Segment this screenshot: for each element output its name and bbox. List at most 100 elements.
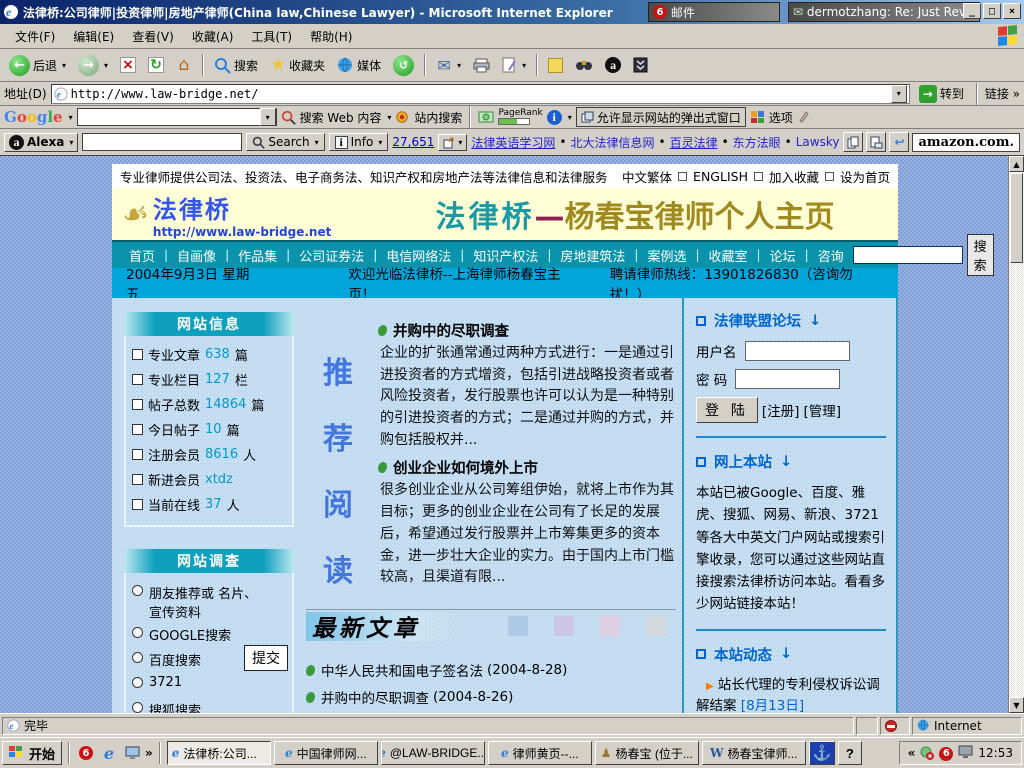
password-input[interactable] bbox=[735, 369, 840, 389]
alexa-link-2[interactable]: 北大法律信息网 bbox=[570, 134, 654, 151]
maximize-button[interactable]: □ bbox=[983, 3, 1001, 19]
login-button[interactable]: 登 陆 bbox=[696, 397, 758, 423]
amazon-logo[interactable]: amazon.com. bbox=[912, 133, 1020, 152]
nav-collection[interactable]: 收藏室 bbox=[702, 246, 755, 265]
alexa-mailpage-button[interactable] bbox=[866, 132, 886, 152]
link-english[interactable]: ENGLISH bbox=[693, 169, 748, 184]
latest-article[interactable]: 中华人民共和国电子签名法(2004-8-28) bbox=[306, 657, 676, 684]
link-traditional-chinese[interactable]: 中文繁体 bbox=[622, 167, 672, 186]
google-search-input[interactable]: ▾ bbox=[77, 108, 277, 126]
google-site-search[interactable]: 站内搜索 bbox=[414, 109, 462, 126]
favorites-button[interactable]: ★ 收藏夹 bbox=[265, 51, 330, 80]
tray-foxmail-icon[interactable]: 6 bbox=[939, 745, 953, 761]
popup-allow-button[interactable]: 允许显示网站的弹出式窗口 bbox=[576, 107, 746, 127]
survey-submit-button[interactable]: 提交 bbox=[244, 645, 288, 671]
nav-telecom-law[interactable]: 电信网络法 bbox=[379, 246, 458, 265]
close-button[interactable]: × bbox=[1003, 3, 1021, 19]
radio-icon[interactable] bbox=[132, 702, 143, 713]
alexa-info-button[interactable]: i Info▾ bbox=[329, 133, 389, 151]
recommended-article-title[interactable]: 创业企业如何境外上市 bbox=[378, 457, 676, 478]
links-label[interactable]: 链接 » bbox=[985, 85, 1020, 102]
stop-button[interactable]: × bbox=[115, 51, 141, 80]
alexa-search-button[interactable]: Search▾ bbox=[246, 133, 324, 151]
pagerank-widget[interactable]: PageRank bbox=[498, 109, 542, 125]
google-search-dropdown[interactable]: ▾ bbox=[260, 108, 276, 126]
mini-window-mail[interactable]: 6 邮件 bbox=[648, 2, 780, 22]
start-button[interactable]: 开始 bbox=[2, 741, 62, 765]
mini-window-chat[interactable]: ✉ dermotzhang: Re: Just Rev bbox=[788, 2, 980, 22]
survey-option[interactable]: GOOGLE搜索 bbox=[132, 621, 290, 646]
alexa-link-5[interactable]: Lawsky bbox=[796, 135, 840, 149]
research-button[interactable] bbox=[570, 51, 598, 80]
tray-chevron[interactable]: « bbox=[908, 746, 916, 760]
nav-consult[interactable]: 咨询 bbox=[811, 246, 851, 265]
forum-header[interactable]: 法律联盟论坛 ↓ bbox=[696, 310, 886, 331]
back-button[interactable]: ← 后退▾ bbox=[4, 51, 71, 80]
nav-portrait[interactable]: 自画像 bbox=[170, 246, 223, 265]
history-button[interactable]: ↺ bbox=[388, 51, 419, 80]
media-button[interactable]: 媒体 bbox=[332, 51, 386, 80]
menu-favorites[interactable]: 收藏(A) bbox=[183, 25, 243, 48]
link-set-homepage[interactable]: 设为首页 bbox=[840, 167, 890, 186]
scrollbar-track[interactable] bbox=[1009, 172, 1024, 697]
survey-option[interactable]: 3721 bbox=[132, 671, 290, 696]
menu-edit[interactable]: 编辑(E) bbox=[64, 25, 123, 48]
nav-search-button[interactable]: 搜索 bbox=[967, 234, 994, 276]
site-news-header[interactable]: 本站动态 ↓ bbox=[696, 644, 886, 665]
task-button-4[interactable]: e律师黄页--... bbox=[488, 741, 592, 765]
username-input[interactable] bbox=[745, 341, 850, 361]
discuss-button[interactable] bbox=[543, 51, 568, 80]
google-logo[interactable]: Google bbox=[4, 108, 63, 126]
scroll-down-button[interactable]: ▼ bbox=[1009, 697, 1024, 713]
alexa-popup-button[interactable]: ▾ bbox=[438, 134, 467, 151]
quicklaunch-chevron[interactable]: » bbox=[145, 746, 153, 760]
alexa-search-input[interactable] bbox=[82, 133, 242, 151]
task-button-1[interactable]: e法律桥:公司... bbox=[167, 741, 271, 765]
help-tray-button[interactable]: ? bbox=[838, 741, 862, 765]
info-icon[interactable]: i bbox=[547, 110, 562, 125]
alexa-button[interactable]: a bbox=[600, 51, 626, 80]
menu-view[interactable]: 查看(V) bbox=[123, 25, 183, 48]
address-input[interactable] bbox=[71, 87, 891, 101]
minimize-button[interactable]: _ bbox=[963, 3, 981, 19]
task-button-6[interactable]: W杨春宝律师... bbox=[702, 741, 806, 765]
nav-corporate-law[interactable]: 公司证券法 bbox=[292, 246, 371, 265]
messenger-button[interactable] bbox=[628, 51, 653, 80]
task-button-3[interactable]: e@LAW-BRIDGE... bbox=[381, 741, 485, 765]
nav-cases[interactable]: 案例选 bbox=[640, 246, 693, 265]
home-button[interactable]: ⌂ bbox=[171, 51, 197, 80]
survey-option[interactable]: 搜狐搜索 bbox=[132, 696, 290, 713]
online-site-header[interactable]: 网上本站 ↓ bbox=[696, 451, 886, 472]
address-dropdown[interactable]: ▾ bbox=[891, 85, 907, 103]
menu-help[interactable]: 帮助(H) bbox=[301, 25, 361, 48]
go-button[interactable]: → 转到 bbox=[914, 83, 969, 105]
link-add-favorite[interactable]: 加入收藏 bbox=[769, 167, 819, 186]
alexa-link-1[interactable]: 法律英语学习网 bbox=[471, 134, 555, 151]
quicklaunch-desktop-icon[interactable] bbox=[122, 743, 142, 763]
news-item[interactable]: ▶站长代理的专利侵权诉讼调解结案 [8月13日] bbox=[696, 675, 886, 713]
alexa-back-button[interactable]: ↩ bbox=[889, 132, 909, 152]
mail-button[interactable]: ✉▾ bbox=[431, 51, 466, 80]
alexa-logo-button[interactable]: a Alexa▾ bbox=[4, 133, 78, 152]
quicklaunch-foxmail-icon[interactable]: 6 bbox=[76, 743, 96, 763]
clock[interactable]: 12:53 bbox=[978, 746, 1013, 760]
tray-display-icon[interactable] bbox=[958, 745, 973, 761]
radio-icon[interactable] bbox=[132, 585, 143, 596]
nav-realestate-law[interactable]: 房地建筑法 bbox=[553, 246, 632, 265]
survey-option[interactable]: 朋友推荐或 名片、宣传资料 bbox=[132, 579, 290, 621]
manage-link[interactable]: [管理] bbox=[803, 400, 841, 420]
nav-search-input[interactable] bbox=[853, 246, 963, 264]
print-button[interactable] bbox=[468, 51, 495, 80]
latest-article[interactable]: 并购中的尽职调查(2004-8-26) bbox=[306, 684, 676, 711]
scroll-up-button[interactable]: ▲ bbox=[1009, 156, 1024, 172]
search-button[interactable]: 搜索 bbox=[209, 51, 263, 80]
forward-button[interactable]: →▾ bbox=[73, 51, 113, 80]
site-logo[interactable]: ☙ 法律桥 http://www.law-bridge.net bbox=[122, 190, 382, 239]
task-button-2[interactable]: e中国律师网... bbox=[274, 741, 378, 765]
anchor-button[interactable]: ⚓ bbox=[809, 741, 835, 765]
alexa-link-3[interactable]: 百灵法律 bbox=[670, 134, 718, 151]
radio-icon[interactable] bbox=[132, 677, 143, 688]
nav-forum[interactable]: 论坛 bbox=[763, 246, 803, 265]
recommended-article-title[interactable]: 并购中的尽职调查 bbox=[378, 320, 676, 341]
radio-icon[interactable] bbox=[132, 627, 143, 638]
